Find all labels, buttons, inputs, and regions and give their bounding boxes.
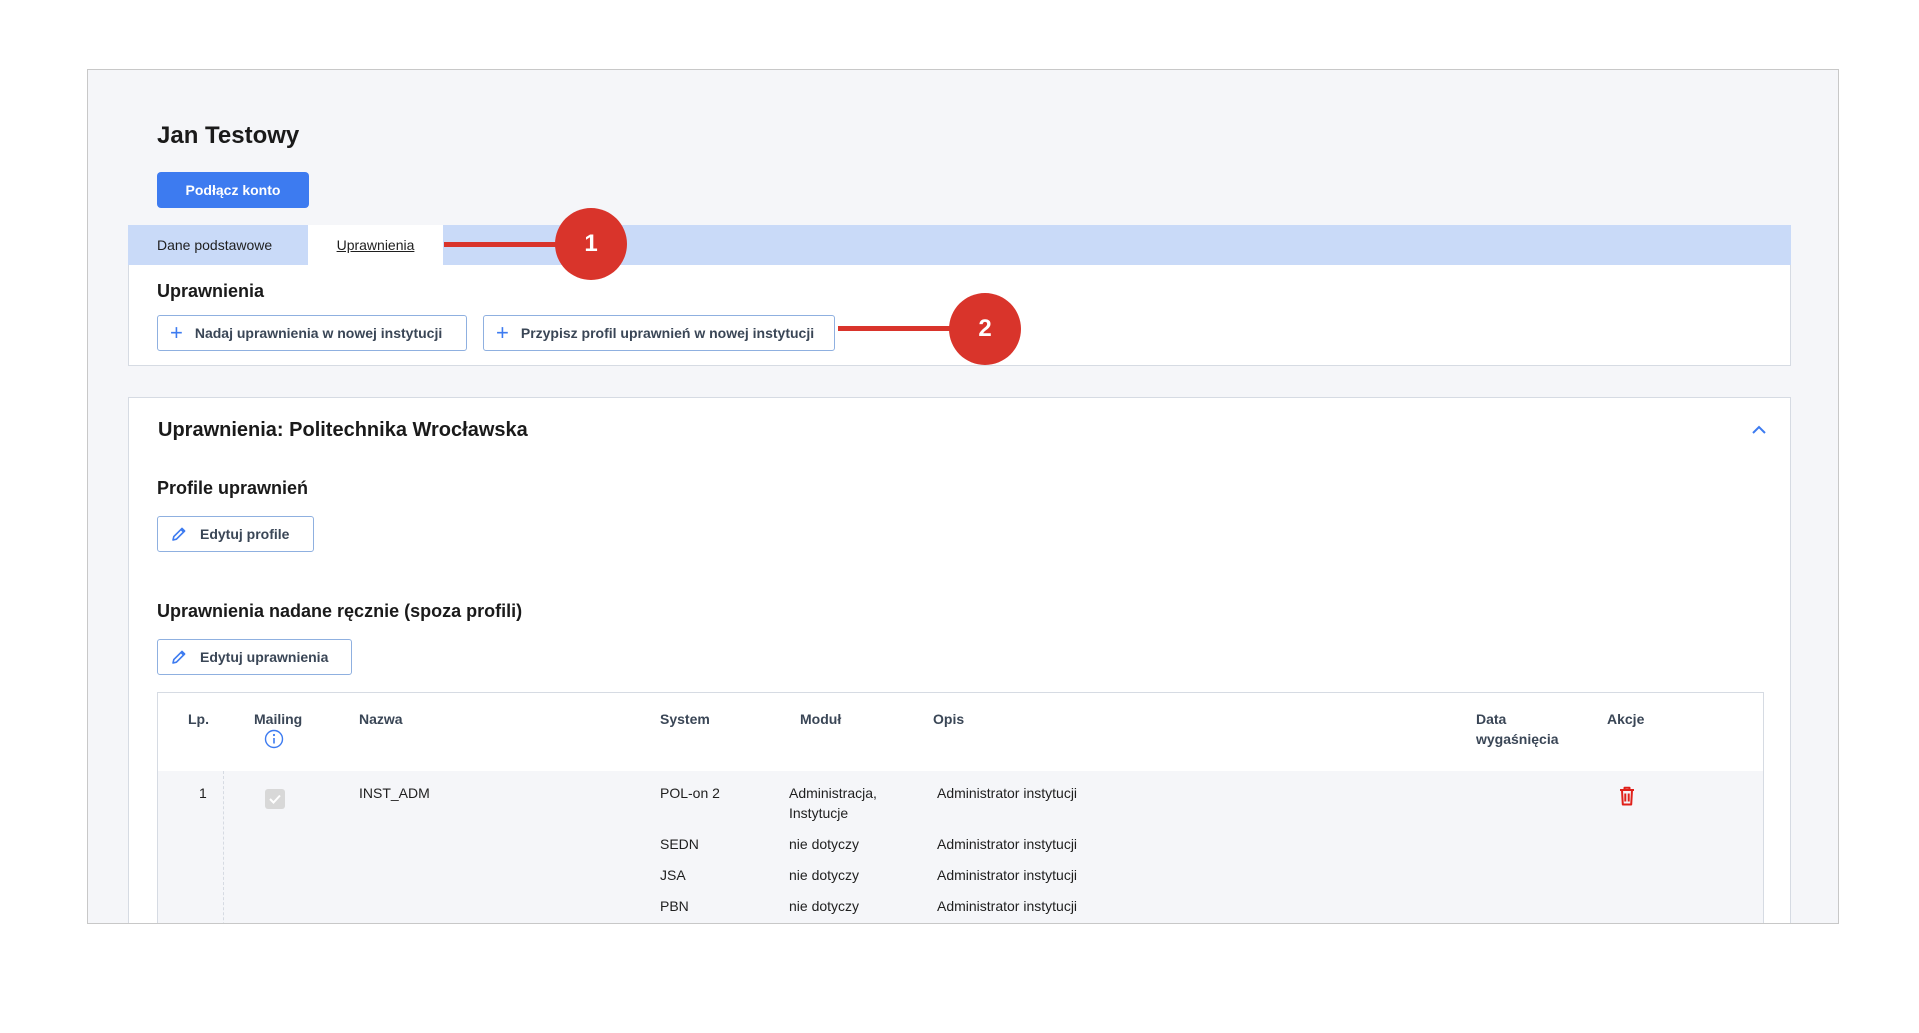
- pencil-icon: [172, 650, 186, 664]
- annotation-badge: 2: [949, 293, 1021, 365]
- page-frame: Jan Testowy Podłącz konto Dane podstawow…: [87, 69, 1839, 924]
- row-lp: 1: [199, 785, 207, 801]
- table-header: Lp. Mailing Nazwa System Moduł Opis Data…: [158, 693, 1763, 772]
- manual-permissions-title: Uprawnienia nadane ręcznie (spoza profil…: [157, 601, 523, 621]
- row-description: Administrator instytucji: [937, 785, 1078, 801]
- edit-profiles-button[interactable]: Edytuj profile: [157, 516, 314, 552]
- edit-profiles-label: Edytuj profile: [200, 526, 290, 542]
- row-description: Administrator instytucji: [937, 867, 1078, 883]
- header-name: Nazwa: [359, 711, 403, 727]
- grant-new-institution-button[interactable]: + Nadaj uprawnienia w nowej instytucji: [157, 315, 467, 351]
- institution-permissions-card: Uprawnienia: Politechnika Wrocławska Pro…: [128, 397, 1791, 923]
- row-module: nie dotyczy: [789, 836, 860, 852]
- profiles-title: Profile uprawnień: [157, 478, 309, 498]
- header-expiry-line2: wygaśnięcia: [1476, 731, 1559, 747]
- annotation-line: [838, 326, 953, 331]
- header-lp: Lp.: [188, 711, 209, 727]
- column-divider: [223, 771, 224, 923]
- row-description: Administrator instytucji: [937, 836, 1078, 852]
- tab-permissions[interactable]: Uprawnienia: [308, 225, 443, 265]
- header-actions: Akcje: [1607, 711, 1645, 727]
- plus-icon: +: [496, 320, 509, 345]
- header-mailing: Mailing: [254, 711, 303, 727]
- connect-account-button[interactable]: Podłącz konto: [157, 172, 309, 208]
- assign-profile-label: Przypisz profil uprawnień w nowej instyt…: [520, 325, 815, 341]
- row-module: Administracja, Instytucje: [789, 783, 877, 823]
- permissions-title: Uprawnienia: [157, 281, 265, 301]
- plus-icon: +: [170, 320, 183, 345]
- row-module: nie dotyczy: [789, 898, 860, 914]
- page-title: Jan Testowy: [157, 122, 300, 149]
- header-expiry: Data wygaśnięcia: [1476, 709, 1559, 749]
- header-system: System: [660, 711, 710, 727]
- tab-basic-data[interactable]: Dane podstawowe: [157, 225, 272, 265]
- assign-profile-button[interactable]: + Przypisz profil uprawnień w nowej inst…: [483, 315, 835, 351]
- trash-icon[interactable]: [1617, 785, 1637, 807]
- institution-title: Uprawnienia: Politechnika Wrocławska: [158, 419, 528, 441]
- row-module-line2: Instytucje: [789, 805, 849, 821]
- header-module: Moduł: [800, 711, 842, 727]
- row-system: SEDN: [660, 836, 699, 852]
- row-description: Administrator instytucji: [937, 898, 1078, 914]
- pencil-icon: [172, 527, 186, 541]
- grant-new-institution-label: Nadaj uprawnienia w nowej instytucji: [194, 325, 443, 341]
- row-module: nie dotyczy: [789, 867, 860, 883]
- annotation-badge: 1: [555, 208, 627, 280]
- row-module-line1: Administracja,: [789, 785, 877, 801]
- edit-permissions-button[interactable]: Edytuj uprawnienia: [157, 639, 352, 675]
- row-system: JSA: [660, 867, 686, 883]
- annotation-line: [444, 242, 559, 247]
- header-description: Opis: [933, 711, 965, 727]
- chevron-up-icon[interactable]: [1749, 420, 1769, 440]
- check-icon: [269, 794, 281, 804]
- edit-permissions-label: Edytuj uprawnienia: [200, 649, 329, 665]
- mailing-checkbox[interactable]: [265, 789, 285, 809]
- table-row: 1 INST_ADM POL-on 2 Administracja, Insty…: [158, 771, 1763, 923]
- row-system: POL-on 2: [660, 785, 720, 801]
- row-name: INST_ADM: [359, 785, 430, 801]
- tab-bar: Dane podstawowe Uprawnienia: [128, 225, 1791, 265]
- row-system: PBN: [660, 898, 689, 914]
- info-icon[interactable]: [264, 729, 284, 749]
- permissions-table: Lp. Mailing Nazwa System Moduł Opis Data…: [157, 692, 1764, 923]
- header-expiry-line1: Data: [1476, 711, 1507, 727]
